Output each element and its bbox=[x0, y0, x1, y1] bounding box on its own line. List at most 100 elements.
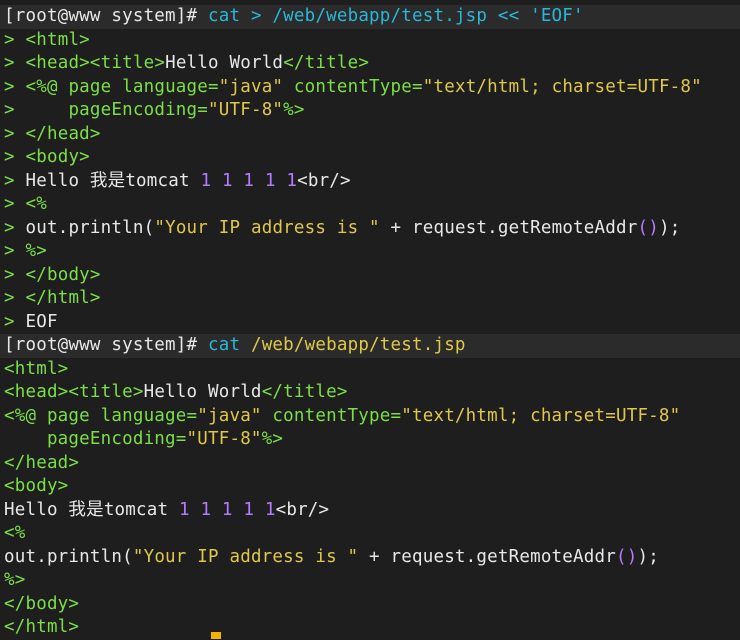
heredoc-line: > <%@ page language="java" contentType="… bbox=[4, 76, 740, 100]
code-text: </body> bbox=[25, 264, 101, 285]
code-string: "text/html; charset=UTF-8" bbox=[422, 76, 702, 97]
heredoc-line: > </body> bbox=[4, 264, 740, 288]
code-text: </title> bbox=[261, 382, 348, 402]
code-text: <% bbox=[25, 194, 47, 214]
heredoc-line: > </head> bbox=[4, 123, 740, 147]
code-text: out.println( bbox=[25, 217, 155, 238]
code-string: "text/html; charset=UTF-8" bbox=[401, 405, 681, 426]
code-text: %> bbox=[283, 100, 305, 120]
heredoc-line: > <body> bbox=[4, 146, 740, 170]
code-text: out.println( bbox=[4, 546, 133, 567]
code-text: <br/> bbox=[297, 170, 351, 191]
code-paren: () bbox=[615, 546, 638, 567]
code-text: Hello World bbox=[165, 53, 284, 73]
code-text: </html> bbox=[4, 617, 80, 637]
code-text: </html> bbox=[25, 288, 101, 308]
continuation-prompt: > bbox=[4, 29, 15, 50]
continuation-prompt: > bbox=[4, 147, 15, 167]
code-string: "java" bbox=[197, 405, 262, 426]
heredoc-line: > %> bbox=[4, 240, 740, 264]
command-args: > /web/webapp/test.jsp << 'EOF' bbox=[240, 6, 584, 26]
code-text: + request.getRemoteAddr bbox=[358, 546, 616, 567]
output-line: Hello 我是tomcat 1 1 1 1 1<br/> bbox=[4, 499, 740, 523]
heredoc-line: > EOF bbox=[4, 311, 740, 335]
code-text: contentType= bbox=[283, 76, 423, 97]
code-text: %> bbox=[261, 429, 284, 449]
code-string: "Your IP address is " bbox=[154, 217, 380, 238]
code-text: <body> bbox=[4, 476, 69, 496]
code-text: <body> bbox=[25, 147, 90, 167]
code-text: <title> bbox=[89, 53, 166, 73]
code-text: %> bbox=[4, 570, 26, 590]
code-number: 1 1 1 1 1 bbox=[200, 170, 298, 191]
code-text: contentType= bbox=[261, 405, 402, 426]
code-text: <head> bbox=[4, 382, 69, 402]
continuation-prompt: > bbox=[4, 217, 15, 238]
heredoc-line: > out.println("Your IP address is " + re… bbox=[4, 217, 740, 241]
code-text: > bbox=[89, 123, 101, 144]
terminal-window[interactable]: [root@www system]# cat > /web/webapp/tes… bbox=[0, 0, 740, 639]
heredoc-line: > <head><title>Hello World</title> bbox=[4, 52, 740, 76]
output-line: <body> bbox=[4, 475, 740, 499]
shell-prompt: [root@www system]# bbox=[4, 6, 198, 26]
output-line: %> bbox=[4, 569, 740, 593]
heredoc-line: > Hello 我是tomcat 1 1 1 1 1<br/> bbox=[4, 170, 740, 194]
continuation-prompt: > bbox=[4, 241, 15, 261]
code-text: </body> bbox=[4, 593, 80, 614]
continuation-prompt: > bbox=[4, 264, 15, 285]
heredoc-line: > <html> bbox=[4, 29, 740, 53]
output-line: </body> bbox=[4, 593, 740, 617]
continuation-prompt: > bbox=[4, 100, 15, 120]
code-text: Hello 我是tomcat bbox=[4, 499, 179, 520]
code-text: Hello World bbox=[143, 382, 262, 402]
code-text: <head> bbox=[25, 53, 90, 73]
command-args: /web/webapp/test.jsp bbox=[240, 335, 466, 355]
output-line: pageEncoding="UTF-8"%> bbox=[4, 428, 740, 452]
heredoc-line: > pageEncoding="UTF-8"%> bbox=[4, 99, 740, 123]
code-text: + request.getRemoteAddr bbox=[379, 217, 638, 238]
code-text: ); bbox=[637, 546, 659, 567]
command-line-1: [root@www system]# cat > /web/webapp/tes… bbox=[0, 5, 740, 29]
output-line: <%@ page language="java" contentType="te… bbox=[4, 405, 740, 429]
output-line: <% bbox=[4, 522, 740, 546]
code-text: Hello 我是tomcat bbox=[25, 170, 201, 191]
code-string: "UTF-8" bbox=[186, 429, 262, 449]
code-text: pageEncoding= bbox=[25, 100, 209, 120]
command-cat: cat bbox=[208, 6, 241, 26]
continuation-prompt: > bbox=[4, 53, 15, 73]
terminal-cursor bbox=[211, 632, 221, 639]
code-text: <%@ page language= bbox=[25, 76, 219, 97]
code-text: <br/> bbox=[275, 499, 330, 520]
output-line: <head><title>Hello World</title> bbox=[4, 381, 740, 405]
code-string: "java" bbox=[218, 76, 284, 97]
command-line-2: [root@www system]# cat /web/webapp/test.… bbox=[0, 334, 740, 358]
output-line: out.println("Your IP address is " + requ… bbox=[4, 546, 740, 570]
output-line: <html> bbox=[4, 358, 740, 382]
heredoc-line: > <% bbox=[4, 193, 740, 217]
output-line: </html> bbox=[4, 616, 740, 640]
code-text: pageEncoding= bbox=[4, 429, 187, 449]
code-text: %> bbox=[25, 241, 47, 261]
continuation-prompt: > bbox=[4, 311, 15, 332]
continuation-prompt: > bbox=[4, 170, 15, 191]
code-text: <html> bbox=[4, 358, 69, 379]
code-text: <%@ page language= bbox=[4, 405, 198, 426]
code-string: "Your IP address is " bbox=[132, 546, 359, 567]
code-text: </head bbox=[25, 123, 90, 144]
output-line: </head> bbox=[4, 452, 740, 476]
continuation-prompt: > bbox=[4, 76, 15, 97]
command-cat: cat bbox=[208, 335, 241, 355]
continuation-prompt: > bbox=[4, 194, 15, 214]
code-text: <% bbox=[4, 523, 26, 543]
code-text: ); bbox=[658, 217, 681, 238]
code-number: 1 1 1 1 1 bbox=[178, 499, 276, 520]
code-text: </title> bbox=[283, 53, 370, 73]
code-text: <html> bbox=[25, 29, 90, 50]
continuation-prompt: > bbox=[4, 123, 15, 144]
code-string: "UTF-8" bbox=[208, 100, 284, 120]
heredoc-line: > </html> bbox=[4, 287, 740, 311]
code-text: <title> bbox=[68, 382, 144, 402]
code-paren: () bbox=[637, 217, 659, 238]
shell-prompt: [root@www system]# bbox=[4, 335, 198, 355]
code-text: EOF bbox=[25, 311, 58, 332]
